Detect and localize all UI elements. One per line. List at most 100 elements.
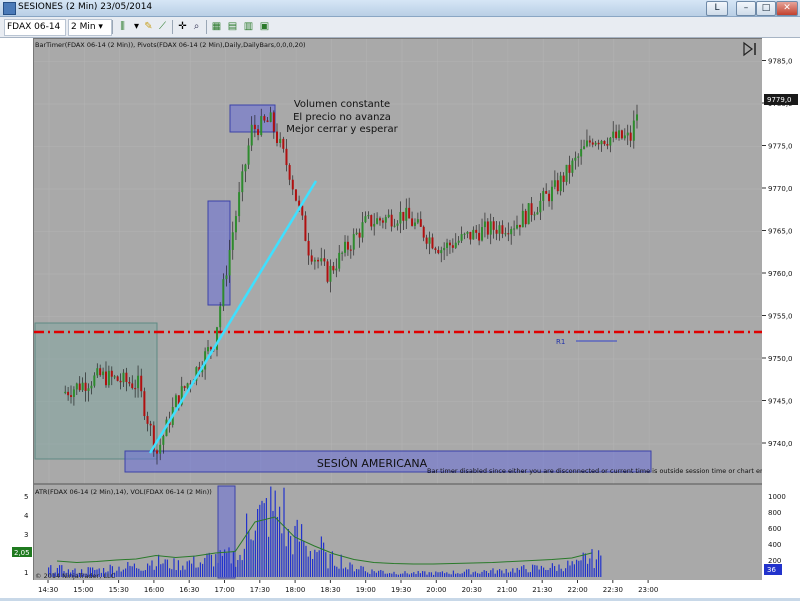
volume-bar (243, 548, 245, 577)
vol-tick-label: 600 (768, 525, 781, 533)
volume-bar (188, 560, 190, 577)
volume-bar (329, 553, 331, 577)
data-box-icon[interactable]: ▣ (258, 20, 271, 33)
candle-body (78, 383, 81, 391)
volume-bar (474, 571, 476, 577)
candle-body (149, 423, 152, 426)
time-tick-label: 20:00 (426, 586, 446, 594)
time-tick-label: 22:30 (603, 586, 623, 594)
candle-body (269, 112, 272, 122)
volume-bar (470, 574, 472, 577)
candle-body (285, 148, 288, 166)
candle-body (620, 130, 623, 139)
candle-body (107, 370, 110, 386)
volume-bar (595, 559, 597, 577)
window-title: SESIONES (2 Min) 23/05/2014 (18, 2, 153, 12)
volume-bar (230, 563, 232, 577)
candle-body (565, 164, 568, 182)
candle-body (338, 252, 341, 269)
candle-body (358, 232, 361, 238)
time-tick-label: 22:00 (568, 586, 588, 594)
price-axis[interactable]: 9785,09780,09775,09770,09765,09760,09755… (762, 38, 800, 580)
candle-body (102, 371, 105, 376)
strategies-icon[interactable]: ▤ (226, 20, 239, 33)
candle-body (250, 124, 253, 146)
volume-bar (569, 565, 571, 577)
chart-panel[interactable]: R1 BarTimer(FDAX 06-14 (2 Min)), Pivots(… (33, 38, 763, 582)
vol-tick-label: 400 (768, 541, 781, 549)
candle-body (234, 216, 237, 233)
volume-bar (395, 574, 397, 577)
time-tick-label: 19:00 (356, 586, 376, 594)
time-tick-label: 21:30 (532, 586, 552, 594)
candle-body (591, 142, 594, 145)
bartimer-message: Bar timer disabled since either you are … (427, 467, 762, 475)
volume-bar (490, 570, 492, 577)
candle-body (434, 248, 437, 250)
candle-body (478, 232, 481, 241)
volume-bar (411, 573, 413, 577)
candle-body (64, 391, 67, 393)
volume-bar (287, 529, 289, 577)
volume-bar (560, 568, 562, 577)
volume-bar (543, 567, 545, 577)
volume-bar (158, 554, 160, 577)
interval-selector[interactable]: 2 Min ▾ (68, 19, 112, 36)
candle-body (623, 135, 626, 139)
maximize-button[interactable]: □ (756, 1, 776, 16)
play-icon[interactable] (743, 41, 756, 57)
volume-bar (571, 561, 573, 577)
volume-bar (307, 556, 309, 577)
volume-bar (439, 572, 441, 577)
price-tick-label: 9740,0 (768, 440, 793, 448)
candle-body (396, 223, 399, 226)
draw-tool-icon[interactable]: ⟋ (156, 20, 169, 33)
volume-bar (587, 563, 589, 577)
crosshair-icon[interactable]: ✛ (176, 20, 189, 33)
volume-bar (164, 559, 166, 577)
candle-body (448, 242, 451, 246)
candle-body (352, 234, 355, 250)
volume-bar (393, 571, 395, 577)
candle-body (580, 149, 583, 157)
volume-bar (265, 498, 267, 577)
price-tick-label: 9785,0 (768, 58, 793, 66)
volume-bar (323, 542, 325, 577)
volume-bar (309, 551, 311, 577)
link-button[interactable]: L (706, 1, 728, 16)
time-axis[interactable]: 14:30 15:00 15:30 16:00 16:30 17:00 17:30 18:00… (0, 580, 800, 598)
minimize-button[interactable]: – (736, 1, 756, 16)
bar-type-icon[interactable]: ⫼ (116, 20, 129, 33)
candle-body (571, 160, 574, 173)
candle-body (241, 171, 244, 193)
volume-bar (116, 570, 118, 577)
volume-bar (325, 552, 327, 577)
volume-bar (239, 554, 241, 577)
pencil-icon[interactable]: ✎ (142, 20, 155, 33)
zoom-icon[interactable]: ⌕ (190, 20, 203, 33)
volume-bar (312, 558, 314, 577)
instrument-selector[interactable]: FDAX 06-14 ▾ (4, 19, 66, 47)
candle-body (411, 218, 414, 226)
volume-bar (272, 510, 274, 577)
volume-bar (580, 560, 582, 577)
volume-bar (554, 566, 556, 577)
candle-body (222, 279, 225, 307)
candle-body (562, 175, 565, 182)
atr-tick-label: 1 (24, 569, 28, 577)
close-button[interactable]: ✕ (776, 1, 798, 16)
properties-icon[interactable]: ▥ (242, 20, 255, 33)
volume-bar (169, 568, 171, 577)
volume-bar (182, 565, 184, 577)
volume-bar (503, 573, 505, 577)
candle-body (384, 217, 387, 223)
candle-body (408, 207, 411, 219)
volume-bar (435, 571, 437, 577)
candle-body (122, 372, 125, 383)
volume-bar (125, 568, 127, 577)
volume-bar (492, 568, 494, 577)
candle-body (186, 383, 189, 388)
indicators-icon[interactable]: ▦ (210, 20, 223, 33)
volume-bar (206, 553, 208, 577)
volume-bar (375, 572, 377, 577)
